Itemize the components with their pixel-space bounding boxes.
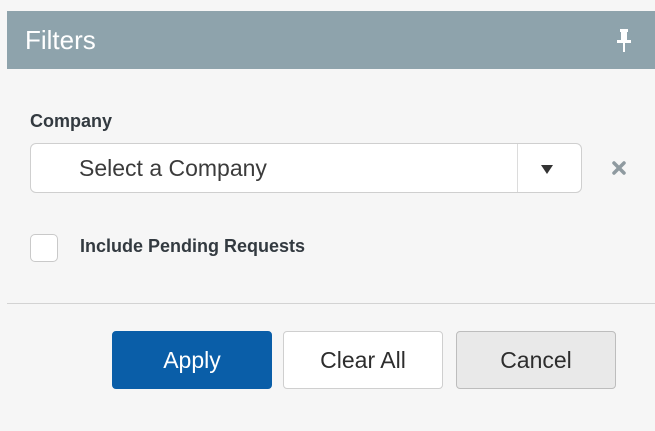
cancel-button[interactable]: Cancel [456, 331, 616, 389]
filters-panel: Filters Company Select a Company Include… [7, 11, 655, 431]
footer-divider [7, 303, 655, 304]
clear-x-icon[interactable] [612, 161, 626, 175]
filters-header: Filters [7, 11, 655, 69]
company-select-value: Select a Company [79, 155, 267, 181]
pin-icon[interactable] [615, 29, 633, 53]
select-divider [517, 144, 518, 192]
include-pending-label[interactable]: Include Pending Requests [80, 236, 305, 257]
apply-button[interactable]: Apply [112, 331, 272, 389]
clear-all-button[interactable]: Clear All [283, 331, 443, 389]
company-label: Company [30, 111, 113, 131]
chevron-down-icon[interactable] [541, 165, 553, 174]
filters-title: Filters [25, 25, 96, 55]
company-select[interactable]: Select a Company [30, 143, 582, 193]
include-pending-checkbox[interactable] [30, 234, 58, 262]
